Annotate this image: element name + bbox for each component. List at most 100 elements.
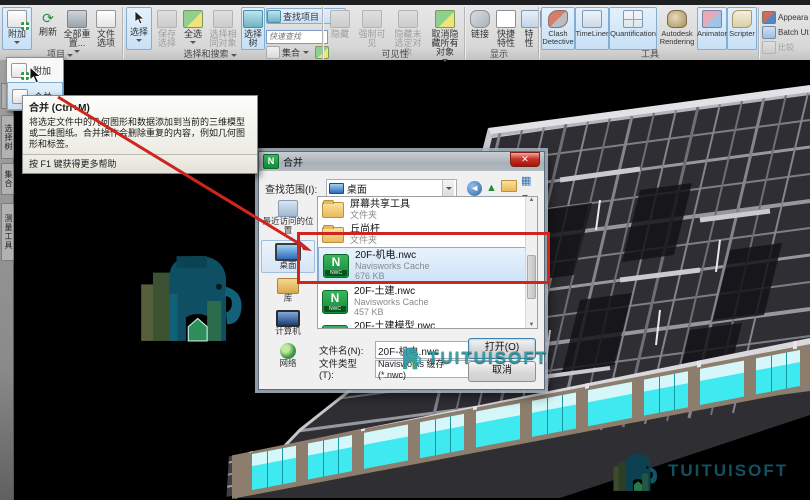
tooltip-body: 将选定文件中的几何图形和数据添加到当前的三维模型或二维图纸。合并操作会删除重复的… [29, 117, 246, 149]
animator-icon [702, 10, 722, 28]
chevron-down-icon [442, 180, 455, 196]
append-icon [11, 62, 29, 80]
close-icon[interactable]: ✕ [510, 152, 540, 167]
quick-properties-button[interactable]: 快捷特性 [492, 7, 520, 50]
selection-tree-icon [243, 10, 263, 28]
navisworks-window: 常用视点审阅动画查看输出BIM 360渲染 附加 ⟳ 刷新 全部重置... 文件… [0, 0, 810, 500]
file-type-label: 文件类型(T): [319, 359, 358, 381]
select-all-button[interactable]: 全选 [181, 7, 205, 50]
require-icon [362, 10, 382, 28]
annotation-highlight-rect [297, 232, 550, 284]
quantification-button[interactable]: Quantification [609, 7, 657, 50]
tuitui-watermark-bottom: TUITUISOFT [610, 448, 788, 494]
merge-tooltip: 合并 (Ctrl+M) 将选定文件中的几何图形和数据添加到当前的三维模型或二维图… [22, 95, 258, 174]
find-items-icon [267, 9, 281, 23]
file-row[interactable]: NNWC 20F-土建模型.nwcNavisworks Cache420 KB [318, 319, 537, 328]
file-name-label: 文件名(N): [319, 346, 364, 357]
select-cursor-icon [130, 10, 148, 26]
appearance-profiler-button[interactable]: Appeara [762, 10, 810, 24]
look-in-label: 查找范围(I): [265, 184, 318, 196]
properties-button[interactable]: 特性 [520, 7, 541, 50]
group-divider [122, 7, 123, 59]
watermark-text: TUITUISOFT [668, 461, 789, 480]
compare-button[interactable]: 比较 [762, 40, 810, 54]
tuitui-elephant-logo [133, 242, 253, 353]
file-row-folder[interactable]: 屏幕共享工具 文件夹 [318, 197, 537, 222]
compare-icon [762, 40, 776, 54]
tooltip-footer: 按 F1 键获得更多帮助 [23, 154, 257, 173]
file-row[interactable]: N NWC 20F-土建.nwc Navisworks Cache 457 KB [318, 284, 537, 319]
dock-tab-measure-tools[interactable]: 测量工具 [1, 203, 14, 261]
quick-properties-icon [496, 10, 516, 28]
select-all-icon [183, 10, 203, 28]
save-selection-button[interactable]: 保存选择 [153, 7, 181, 50]
refresh-button[interactable]: ⟳ 刷新 [34, 7, 62, 50]
append-icon [7, 10, 29, 30]
recent-places-icon [278, 200, 298, 217]
links-icon [470, 10, 490, 28]
dock-tab-sets[interactable]: 集合 [1, 163, 14, 195]
hide-button[interactable]: 隐藏 [326, 7, 354, 50]
network-globe-icon [280, 343, 296, 359]
tooltip-title: 合并 (Ctrl+M) [29, 103, 90, 114]
group-divider [758, 7, 759, 59]
scripter-icon [732, 10, 752, 28]
selection-tree-button[interactable]: 选择树 [241, 7, 265, 50]
file-options-icon [96, 10, 116, 28]
group-label-select-search: 选择和搜索 [150, 49, 270, 60]
desktop-icon [328, 182, 344, 194]
dock-tab-selection-tree[interactable]: 选择树 [1, 115, 14, 159]
save-selection-icon [157, 10, 177, 28]
computer-icon [276, 310, 300, 327]
nwc-file-icon: NNWC [322, 289, 348, 314]
require-button[interactable]: 强制可见 [355, 7, 389, 50]
quantification-icon [623, 10, 643, 28]
autodesk-rendering-icon [667, 10, 687, 28]
timeliner-button[interactable]: TimeLiner [575, 7, 609, 50]
tuitui-watermark: TUITUISOFT [394, 344, 548, 371]
scripter-button[interactable]: Scripter [727, 7, 757, 50]
group-label-visibility: 可见性 [381, 49, 409, 59]
new-folder-icon[interactable] [500, 180, 517, 196]
clash-detective-button[interactable]: Clash Detective [541, 7, 575, 50]
libraries-icon [277, 278, 299, 294]
look-in-combobox[interactable]: 桌面 [325, 179, 458, 197]
ribbon: 附加 ⟳ 刷新 全部重置... 文件选项 选择 保存选择 全选 选择相同对象 选… [0, 5, 810, 62]
back-icon[interactable]: ◄ [467, 180, 483, 196]
appearance-profiler-icon [762, 10, 776, 24]
group-divider [538, 7, 539, 59]
links-button[interactable]: 链接 [468, 7, 492, 50]
place-network[interactable]: 网络 [262, 341, 314, 370]
autodesk-rendering-button[interactable]: Autodesk Rendering [657, 7, 697, 50]
dialog-title-bar[interactable]: N 合并 ✕ [259, 152, 544, 171]
select-same-button[interactable]: 选择相同对象 [205, 7, 241, 50]
folder-icon [322, 199, 344, 218]
select-same-icon [213, 10, 233, 28]
reset-all-button[interactable]: 全部重置... [62, 7, 92, 53]
batch-utility-button[interactable]: Batch Ut [762, 25, 810, 39]
place-computer[interactable]: 计算机 [262, 308, 314, 338]
quick-find-input[interactable] [266, 29, 328, 44]
group-divider [322, 7, 323, 59]
nwc-file-icon: NNWC [322, 324, 348, 328]
mouse-cursor [29, 66, 42, 84]
group-label-tools: 工具 [640, 49, 659, 59]
append-button[interactable]: 附加 [2, 7, 32, 50]
batch-utility-icon [762, 25, 776, 39]
dialog-title: 合并 [283, 158, 303, 169]
unhide-all-button[interactable]: 取消隐藏所有对象 [427, 7, 463, 62]
watermark-text: TUITUISOFT [428, 347, 549, 367]
select-button[interactable]: 选择 [126, 7, 152, 50]
file-options-button[interactable]: 文件选项 [92, 7, 120, 50]
up-folder-icon[interactable]: ▲ [486, 181, 497, 195]
unhide-all-icon [435, 10, 455, 28]
hide-icon [330, 10, 350, 28]
refresh-icon: ⟳ [42, 10, 54, 26]
hide-unselected-icon [398, 10, 418, 28]
animator-button[interactable]: Animator [697, 7, 727, 50]
reset-all-icon [67, 10, 87, 28]
left-dock-bar: ive 选择树 集合 测量工具 [0, 57, 14, 500]
hide-unselected-button[interactable]: 隐藏未选定对象 [390, 7, 426, 57]
clash-detective-icon [548, 10, 568, 28]
navisworks-app-icon: N [263, 154, 279, 169]
